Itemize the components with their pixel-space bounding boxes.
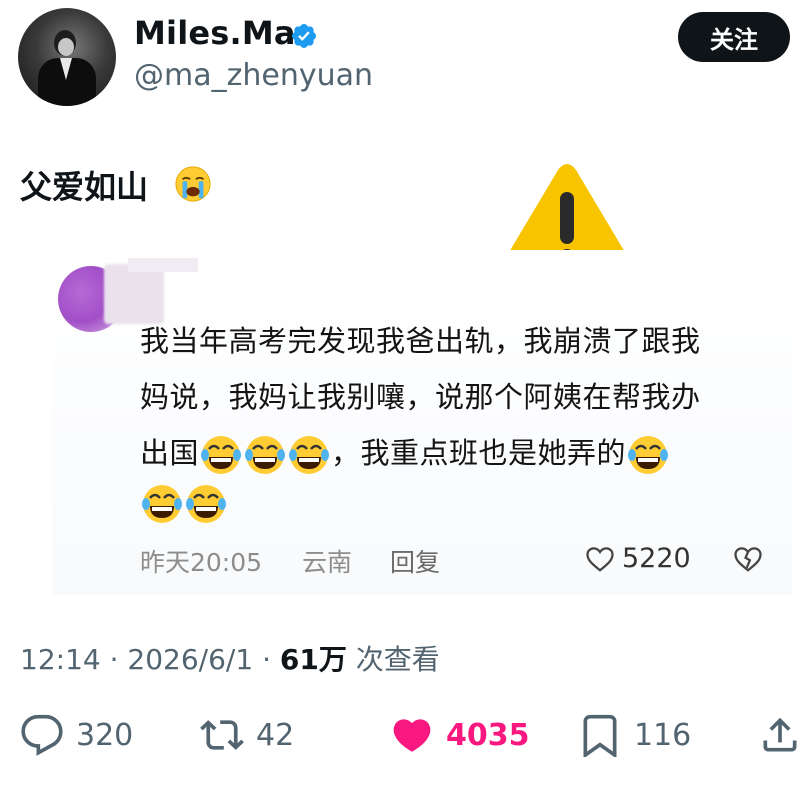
- display-name[interactable]: Miles.Ma: [134, 14, 296, 52]
- bookmark-button[interactable]: 116: [578, 712, 691, 758]
- retweet-icon: [200, 720, 244, 750]
- commenter-name-blur-strip: [128, 258, 198, 272]
- laughing-face-icon: [201, 436, 242, 474]
- comment-time: 昨天20:05: [140, 548, 263, 577]
- reply-count: 320: [76, 717, 134, 753]
- tears-of-joy-icon: [142, 485, 182, 523]
- laughing-face-icon: [245, 436, 286, 474]
- like-count: 4035: [446, 717, 530, 753]
- retweet-count: 42: [256, 717, 295, 753]
- verified-badge-icon: [292, 24, 316, 48]
- comment-line-2: 妈说，我妈让我别嚷，说那个阿姨在帮我办: [140, 380, 701, 414]
- commenter-name-blurred: [104, 264, 164, 324]
- post-text: 父爱如山: [20, 168, 149, 206]
- view-count: 61万: [279, 643, 347, 676]
- comment-line-3-start: 出国: [140, 436, 200, 470]
- views-label: 次查看: [346, 643, 440, 676]
- broken-heart-icon[interactable]: [733, 544, 763, 574]
- comment-line-1: 我当年高考完发现我爸出轨，我崩溃了跟我: [140, 324, 701, 358]
- bookmark-count: 116: [634, 717, 692, 753]
- comment-location: 云南: [302, 548, 353, 577]
- tears-of-joy-icon: [186, 485, 226, 523]
- retweet-button[interactable]: 42: [200, 712, 294, 758]
- avatar[interactable]: [18, 8, 116, 106]
- post-date: 2026/6/1: [127, 643, 254, 676]
- comment-line-3: 出国 ，我重点班也是她弄的: [140, 430, 670, 477]
- heart-filled-icon: [393, 719, 431, 752]
- share-button[interactable]: [758, 712, 802, 758]
- comment-line-4: [140, 482, 228, 526]
- comment-line-3-end: ，我重点班也是她弄的: [331, 436, 627, 470]
- post-timestamp: 12:14 · 2026/6/1 · 61万 次查看: [20, 638, 440, 678]
- follow-button[interactable]: 关注: [678, 12, 790, 62]
- laughing-face-icon: [289, 436, 330, 474]
- tears-of-joy-icon: [628, 436, 669, 474]
- comment-reply-button[interactable]: 回复: [390, 543, 440, 579]
- bookmark-icon: [583, 714, 617, 757]
- user-handle[interactable]: @ma_zhenyuan: [134, 58, 373, 93]
- share-icon: [763, 717, 797, 752]
- like-button[interactable]: 4035: [390, 712, 530, 758]
- reply-button[interactable]: 320: [20, 712, 133, 758]
- loudly-crying-face-icon: [175, 166, 211, 202]
- heart-outline-icon[interactable]: [584, 544, 616, 574]
- separator-dot: ·: [100, 643, 128, 676]
- post-time: 12:14: [20, 643, 101, 676]
- comment-like-count: 5220: [622, 543, 691, 574]
- reply-icon: [21, 714, 63, 756]
- separator-dot: ·: [253, 643, 280, 676]
